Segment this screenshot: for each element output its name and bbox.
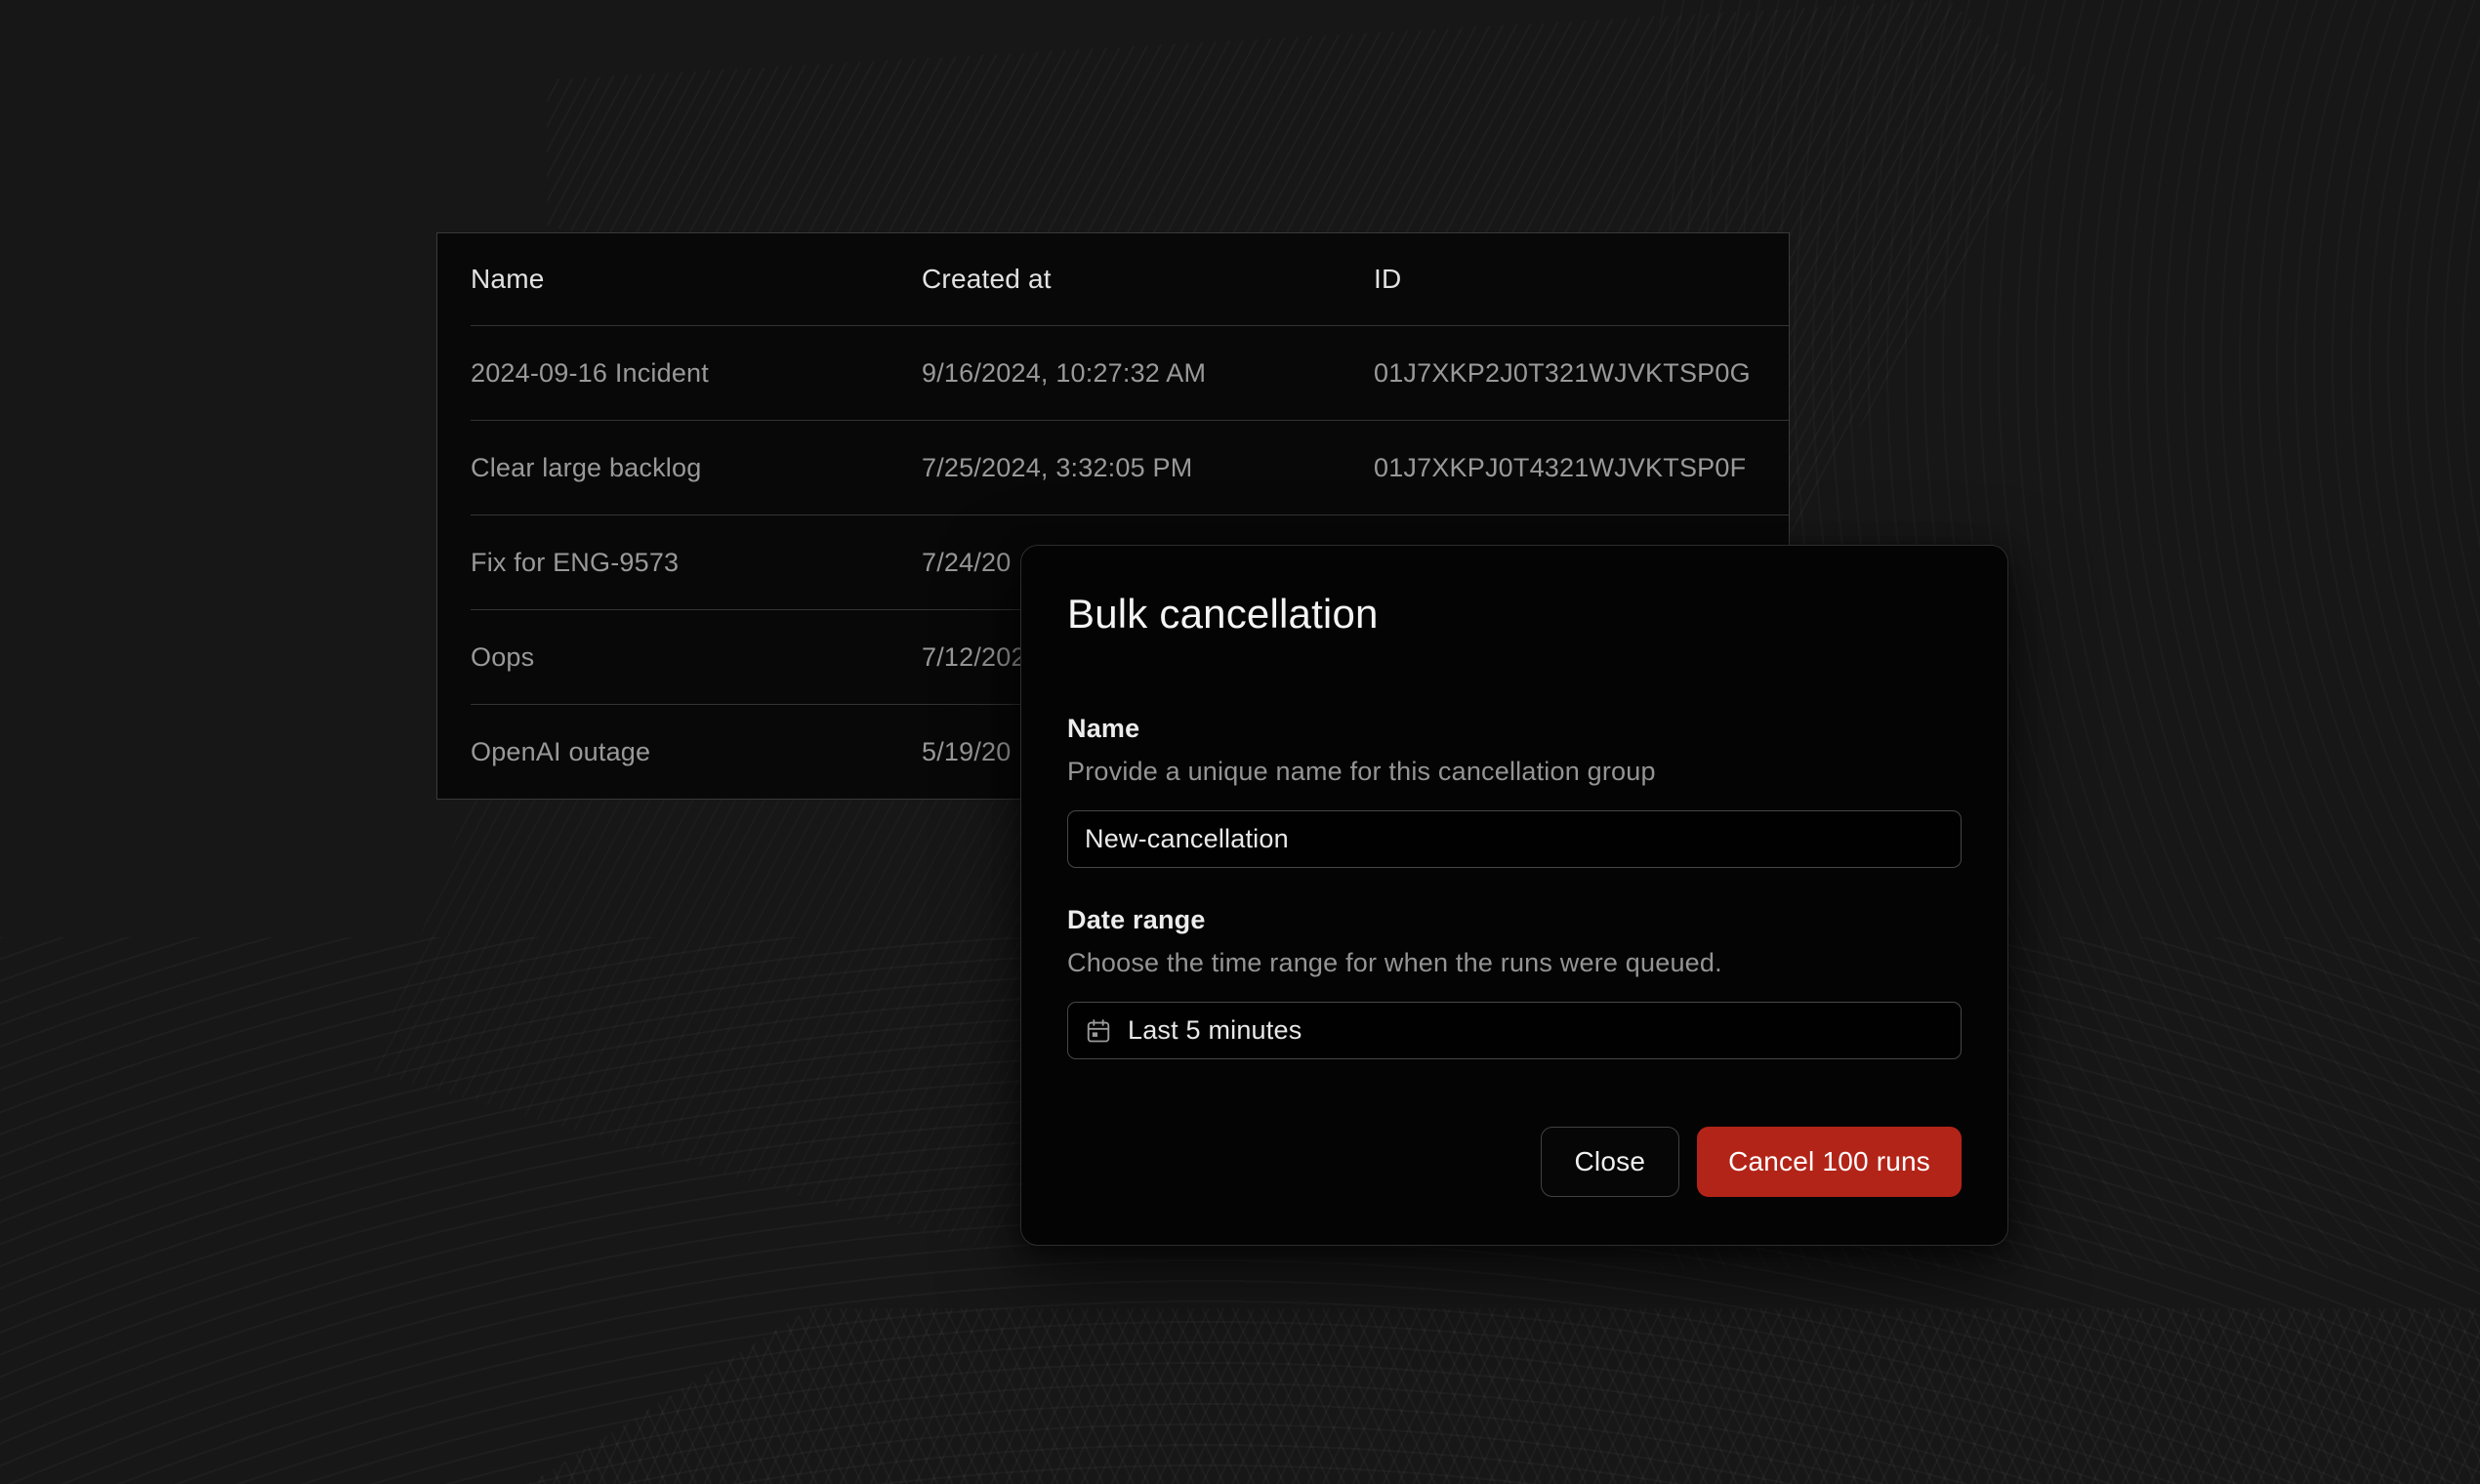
cell-created-at: 7/25/2024, 3:32:05 PM <box>922 453 1374 483</box>
cancel-runs-button[interactable]: Cancel 100 runs <box>1697 1127 1962 1197</box>
modal-title: Bulk cancellation <box>1067 589 1962 639</box>
page-background: Name Created at ID 2024-09-16 Incident 9… <box>0 0 2480 1484</box>
column-header-name: Name <box>471 264 922 295</box>
table-row[interactable]: 2024-09-16 Incident 9/16/2024, 10:27:32 … <box>471 325 1789 420</box>
date-range-picker[interactable]: Last 5 minutes <box>1067 1002 1962 1059</box>
date-range-field-description: Choose the time range for when the runs … <box>1067 946 1962 979</box>
calendar-icon <box>1085 1017 1112 1045</box>
modal-actions: Close Cancel 100 runs <box>1067 1127 1962 1197</box>
cell-created-at: 9/16/2024, 10:27:32 AM <box>922 358 1374 389</box>
close-button[interactable]: Close <box>1541 1127 1680 1197</box>
cell-name: Fix for ENG-9573 <box>471 548 922 578</box>
date-range-value: Last 5 minutes <box>1128 1015 1302 1046</box>
name-field-description: Provide a unique name for this cancellat… <box>1067 755 1962 788</box>
bg-crosshatch-pattern <box>469 1308 2480 1484</box>
column-header-created-at: Created at <box>922 264 1374 295</box>
table-header-row: Name Created at ID <box>471 233 1789 325</box>
cell-name: 2024-09-16 Incident <box>471 358 922 389</box>
column-header-id: ID <box>1374 264 1789 295</box>
bulk-cancellation-modal: Bulk cancellation Name Provide a unique … <box>1020 545 2008 1246</box>
date-range-field-label: Date range <box>1067 903 1962 936</box>
cell-name: OpenAI outage <box>471 737 922 767</box>
cell-id: 01J7XKP2J0T321WJVKTSP0G <box>1374 358 1789 389</box>
cell-name: Clear large backlog <box>471 453 922 483</box>
cell-id: 01J7XKPJ0T4321WJVKTSP0F <box>1374 453 1789 483</box>
cell-name: Oops <box>471 642 922 673</box>
name-input[interactable] <box>1067 810 1962 868</box>
name-field-label: Name <box>1067 712 1962 745</box>
table-row[interactable]: Clear large backlog 7/25/2024, 3:32:05 P… <box>471 420 1789 515</box>
